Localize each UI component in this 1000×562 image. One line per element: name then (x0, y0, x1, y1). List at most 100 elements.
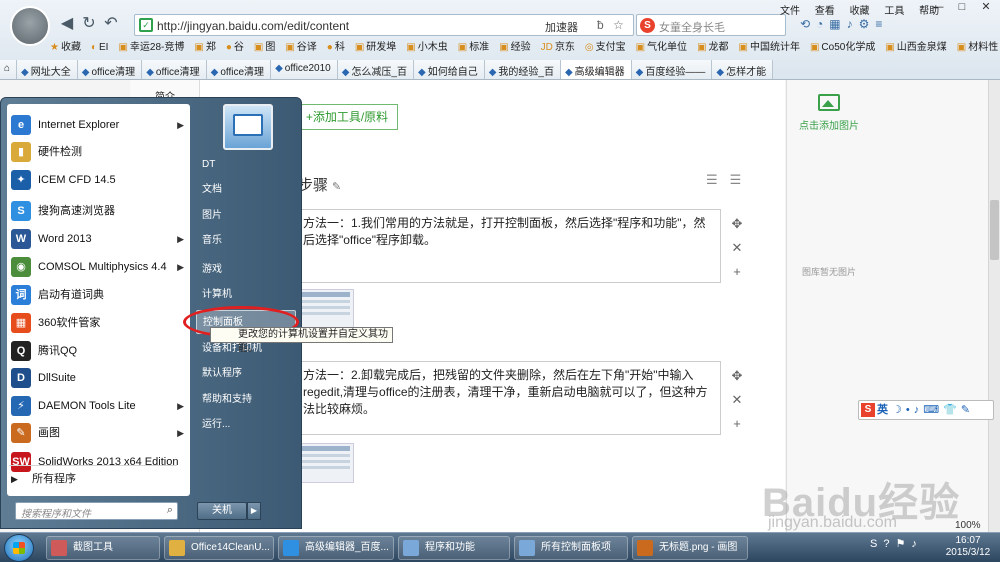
start-button[interactable] (4, 534, 34, 562)
start-place-item[interactable]: 运行... (196, 413, 296, 437)
favorite-label[interactable]: 京东 (555, 42, 575, 53)
favorite-label[interactable]: 谷译 (297, 42, 317, 53)
address-bar[interactable]: ✓ http://jingyan.baidu.com/edit/content … (134, 14, 634, 36)
start-place-item[interactable]: 图片 (196, 204, 296, 228)
favorite-item[interactable]: ▣ 郑 (194, 38, 215, 53)
delete-icon[interactable]: ✕ (730, 236, 744, 260)
browser-tab[interactable]: ◆ office清理 (77, 60, 143, 79)
ime-language[interactable]: 英 (877, 404, 888, 416)
tab-label[interactable]: 如何给自己 (428, 67, 478, 78)
program-label[interactable]: Internet Explorer (38, 119, 119, 131)
program-label[interactable]: 搜狗高速浏览器 (38, 205, 115, 217)
program-item[interactable]: S 搜狗高速浏览器 (7, 198, 190, 224)
favorite-item[interactable]: ◐ EI (91, 42, 109, 53)
star-icon[interactable]: ☆ (613, 18, 624, 32)
punct-icon[interactable]: • (906, 404, 910, 416)
clock[interactable]: 16:07 2015/3/12 (940, 535, 996, 559)
sogou-tray-icon[interactable]: S (870, 538, 877, 550)
favorite-item[interactable]: ● 科 (327, 38, 345, 53)
program-item[interactable]: e Internet Explorer ▶ (7, 112, 190, 138)
mic-icon[interactable]: ♪ (914, 404, 920, 416)
favorite-label[interactable]: 研发埠 (366, 42, 396, 53)
tab-label[interactable]: 网址大全 (31, 67, 71, 78)
step-2-thumbnail[interactable] (298, 443, 354, 483)
home-icon[interactable]: ⌂ (0, 60, 18, 79)
program-label[interactable]: 硬件检测 (38, 146, 82, 158)
add-icon[interactable]: + (730, 260, 744, 284)
favorite-item[interactable]: ▣ 研发埠 (355, 38, 396, 53)
start-place-item[interactable]: 游戏 (196, 258, 296, 282)
start-place-item[interactable]: 文档 (196, 178, 296, 202)
program-label[interactable]: 画图 (38, 427, 60, 439)
program-label[interactable]: DAEMON Tools Lite (38, 400, 136, 412)
program-label[interactable]: COMSOL Multiphysics 4.4 (38, 261, 167, 273)
taskbar-label[interactable]: 无标题.png - 画图 (659, 542, 737, 553)
tab-label[interactable]: 我的经验_百 (498, 67, 554, 78)
favorite-label[interactable]: 支付宝 (596, 42, 626, 53)
start-place-item[interactable]: 默认程序 (196, 362, 296, 386)
program-item[interactable]: ◉ COMSOL Multiphysics 4.4 ▶ (7, 254, 190, 280)
favorite-item[interactable]: ▣ 经验 (499, 38, 530, 53)
favorite-label[interactable]: 气化单位 (647, 42, 687, 53)
step-1-thumbnail[interactable] (298, 289, 354, 329)
program-label[interactable]: DllSuite (38, 372, 76, 384)
list-format-icons[interactable]: ☰☰ (706, 172, 753, 188)
browser-tab[interactable]: ◆ 怎样才能 (712, 60, 774, 79)
compat-icon[interactable]: ƀ (597, 18, 604, 32)
favorite-label[interactable]: 幸运28-竞博 (130, 42, 184, 53)
menu-favorites[interactable]: 收藏 (850, 6, 870, 17)
taskbar-item[interactable]: Office14CleanU... (164, 536, 274, 560)
favorite-label[interactable]: 谷 (234, 42, 244, 53)
submenu-arrow-icon[interactable]: ▶ (177, 112, 184, 138)
add-tool-button[interactable]: +添加工具/原料 (296, 104, 398, 130)
program-label[interactable]: Word 2013 (38, 233, 92, 245)
taskbar-item[interactable]: 高级编辑器_百度... (278, 536, 394, 560)
favorite-label[interactable]: 收藏 (61, 42, 81, 53)
program-label[interactable]: 腾讯QQ (38, 345, 77, 357)
favorite-item[interactable]: ▣ 材料性 (957, 38, 998, 53)
favorite-item[interactable]: ▣ 幸运28-竞博 (118, 38, 184, 53)
start-search-placeholder[interactable]: 搜索程序和文件 (21, 505, 91, 520)
program-item[interactable]: ✎ 画图 ▶ (7, 420, 190, 446)
favorite-item[interactable]: ▣ 小木虫 (406, 38, 447, 53)
favorite-label[interactable]: EI (99, 42, 108, 53)
favorite-label[interactable]: 标准 (469, 42, 489, 53)
keyboard-icon[interactable]: ⌨ (923, 404, 939, 416)
step-1-box[interactable]: 方法一：1.我们常用的方法就是，打开控制面板，然后选择"程序和功能"，然后选择"… (296, 209, 721, 283)
tab-label[interactable]: 怎么减压_百 (351, 67, 407, 78)
program-item[interactable]: Q 腾讯QQ (7, 338, 190, 364)
tab-label[interactable]: 高级编辑器 (575, 67, 625, 78)
start-place-item[interactable]: DT (196, 153, 296, 177)
moon-icon[interactable]: ☽ (892, 404, 902, 416)
program-item[interactable]: ▦ 360软件管家 (7, 310, 190, 336)
favorite-label[interactable]: 郑 (206, 42, 216, 53)
browser-tab[interactable]: ◆ office清理 (206, 60, 272, 79)
pencil-icon[interactable]: ✎ (332, 181, 341, 193)
start-place-item[interactable]: 计算机 (196, 283, 296, 307)
program-item[interactable]: W Word 2013 ▶ (7, 226, 190, 252)
all-programs[interactable]: ▶ 所有程序 (1, 469, 184, 489)
sogou-ime-icon[interactable]: S (861, 403, 875, 417)
browser-tab[interactable]: ◆ office2010 (271, 60, 338, 79)
back-icon[interactable]: ◀ (58, 15, 76, 33)
taskbar-item[interactable]: 程序和功能 (398, 536, 510, 560)
favorite-item[interactable]: ★ 收藏 (50, 38, 81, 53)
tab-label[interactable]: office清理 (91, 67, 135, 78)
shutdown-options-arrow[interactable]: ▶ (247, 502, 261, 520)
minimize-button[interactable]: — (926, 1, 950, 17)
shutdown-button[interactable]: 关机 (197, 502, 247, 520)
vertical-scrollbar[interactable] (988, 80, 1000, 532)
submenu-arrow-icon[interactable]: ▶ (177, 420, 184, 446)
submenu-arrow-icon[interactable]: ▶ (177, 393, 184, 419)
browser-tab[interactable]: ◆ office清理 (142, 60, 207, 79)
taskbar-label[interactable]: 高级编辑器_百度... (305, 542, 389, 553)
favorite-item[interactable]: ▣ 气化单位 (636, 38, 687, 53)
favorite-item[interactable]: ▣ 中国统计年 (739, 38, 800, 53)
refresh-icon[interactable]: ↻ (80, 15, 98, 33)
favorite-item[interactable]: JD 京东 (541, 38, 575, 53)
clock-time[interactable]: 16:07 (940, 535, 996, 547)
tab-label[interactable]: office清理 (156, 67, 200, 78)
submenu-arrow-icon[interactable]: ▶ (177, 254, 184, 280)
maximize-button[interactable]: □ (950, 1, 974, 17)
program-item[interactable]: ▮ 硬件检测 (7, 139, 190, 165)
